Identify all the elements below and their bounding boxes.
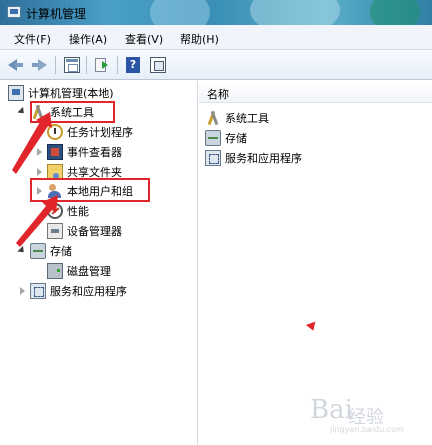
menu-view[interactable]: 查看(V): [125, 31, 163, 47]
watermark-url: jingyan.baidu.com: [330, 425, 404, 434]
result-list[interactable]: 名称 系统工具 存储 服务和应用程序: [199, 81, 432, 445]
disk-icon: [47, 263, 63, 279]
services-icon: [205, 150, 221, 166]
menu-bar: 文件(F) 操作(A) 查看(V) 帮助(H): [0, 25, 432, 50]
tree-item-label: 磁盘管理: [67, 265, 111, 278]
show-pane-button[interactable]: [148, 55, 168, 75]
toolbar-separator: [117, 56, 118, 74]
tree-item-storage[interactable]: 存储: [17, 242, 72, 260]
toolbar-separator: [55, 56, 56, 74]
menu-action[interactable]: 操作(A): [69, 31, 107, 47]
clock-icon: [47, 124, 63, 140]
services-icon: [30, 283, 46, 299]
console-tree[interactable]: 计算机管理(本地) 系统工具 任务计划程序 事件查看器 共享文件夹 本地用户和组…: [0, 81, 198, 445]
title-bar: 计算机管理: [0, 0, 432, 25]
list-item[interactable]: 服务和应用程序: [205, 149, 302, 167]
list-item-label: 存储: [225, 132, 247, 145]
tree-item-event-viewer[interactable]: 事件查看器: [34, 143, 122, 161]
toolbar-separator: [86, 56, 87, 74]
tools-icon: [205, 110, 221, 126]
forward-arrow-icon: [38, 59, 47, 71]
tree-item-label: 设备管理器: [67, 225, 122, 238]
toolbar: ?: [0, 50, 432, 80]
forward-button[interactable]: [30, 55, 50, 75]
tree-item-performance[interactable]: 性能: [47, 202, 89, 220]
storage-icon: [205, 130, 221, 146]
performance-icon: [47, 203, 63, 219]
arrow-stem: [15, 63, 23, 67]
console-tree-button[interactable]: [62, 55, 82, 75]
menu-file[interactable]: 文件(F): [14, 31, 51, 47]
help-button[interactable]: ?: [123, 55, 143, 75]
titlebar-glow: [370, 0, 420, 25]
tree-item-label: 性能: [67, 205, 89, 218]
console-tree-icon: [64, 57, 80, 73]
highlight-box-system-tools: [30, 101, 115, 123]
tree-item-label: 存储: [50, 245, 72, 258]
back-button[interactable]: [6, 55, 26, 75]
titlebar-glow: [250, 0, 340, 25]
tree-item-label: 任务计划程序: [67, 126, 133, 139]
highlight-box-local-users: [30, 178, 150, 202]
list-item[interactable]: 系统工具: [205, 109, 269, 127]
storage-icon: [30, 243, 46, 259]
menu-help[interactable]: 帮助(H): [180, 31, 219, 47]
list-item-label: 系统工具: [225, 112, 269, 125]
expand-arrow-icon[interactable]: [17, 107, 27, 117]
computer-management-icon: [7, 6, 21, 18]
list-item-label: 服务和应用程序: [225, 152, 302, 165]
device-manager-icon: [47, 223, 63, 239]
computer-icon: [8, 85, 24, 101]
tree-item-services-apps[interactable]: 服务和应用程序: [17, 282, 127, 300]
event-viewer-icon: [47, 144, 63, 160]
tree-item-root[interactable]: 计算机管理(本地): [8, 84, 114, 102]
tree-item-disk-management[interactable]: 磁盘管理: [47, 262, 111, 280]
export-list-button[interactable]: [92, 55, 112, 75]
tree-item-label: 服务和应用程序: [50, 285, 127, 298]
column-header-label: 名称: [207, 88, 229, 101]
column-header-name[interactable]: 名称: [199, 81, 432, 103]
tree-item-device-manager[interactable]: 设备管理器: [47, 222, 122, 240]
window-title: 计算机管理: [26, 7, 87, 21]
tree-item-task-scheduler[interactable]: 任务计划程序: [34, 123, 133, 141]
expand-arrow-icon[interactable]: [17, 246, 27, 256]
tree-item-label: 事件查看器: [67, 146, 122, 159]
expand-arrow-icon[interactable]: [34, 127, 44, 137]
export-arrow: [102, 61, 108, 69]
expand-arrow-icon[interactable]: [17, 286, 27, 296]
titlebar-glow: [150, 0, 210, 25]
show-pane-icon: [150, 57, 166, 73]
watermark-glyph: Bai: [310, 395, 353, 425]
expand-arrow-icon[interactable]: [34, 147, 44, 157]
watermark-logo: Bai 经验 jingyan.baidu.com: [290, 393, 425, 437]
list-item[interactable]: 存储: [205, 129, 247, 147]
expand-arrow-icon[interactable]: [34, 167, 44, 177]
tree-item-label: 计算机管理(本地): [28, 87, 114, 100]
help-icon: ?: [126, 57, 140, 73]
